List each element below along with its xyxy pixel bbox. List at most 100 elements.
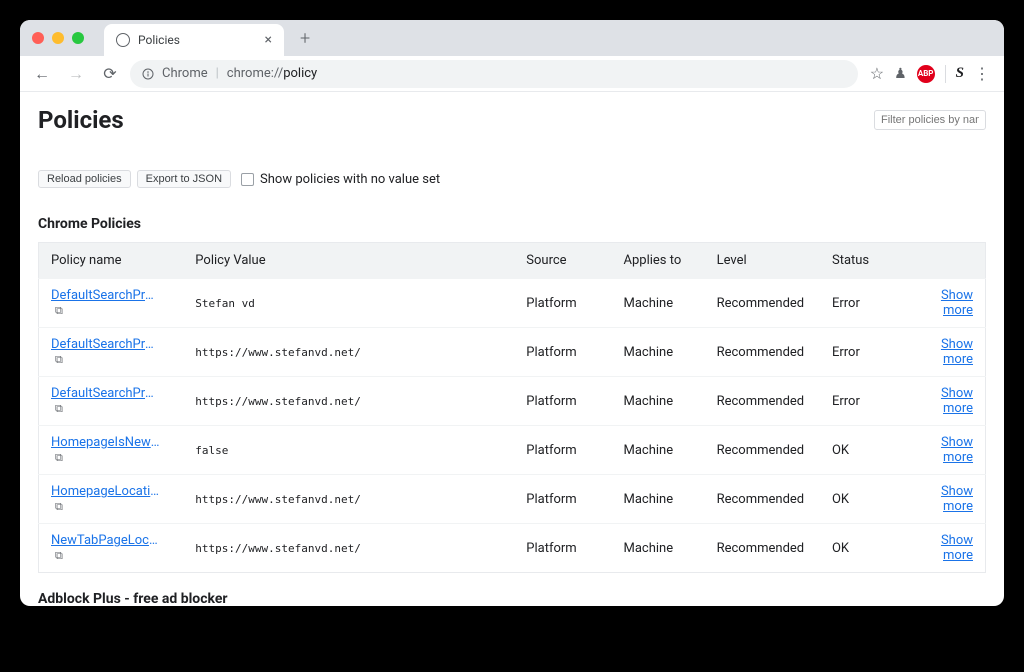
policy-value: false: [183, 426, 514, 475]
policy-name-link[interactable]: DefaultSearchProvider…: [51, 288, 161, 303]
url-divider: |: [216, 66, 219, 81]
bookmark-icon[interactable]: ☆: [870, 64, 884, 83]
titlebar: Policies × +: [20, 20, 1004, 56]
close-window-button[interactable]: [32, 32, 44, 44]
policy-name-link[interactable]: DefaultSearchProvider…: [51, 337, 161, 352]
th-value: Policy Value: [183, 243, 514, 279]
table-row: HomepageIsNewTabP…⧉ falsePlatformMachineR…: [39, 426, 986, 475]
policy-level: Recommended: [705, 377, 820, 426]
external-link-icon: ⧉: [55, 451, 63, 464]
new-tab-button[interactable]: +: [300, 28, 310, 49]
policy-status: OK: [820, 524, 903, 573]
policy-source: Platform: [514, 524, 611, 573]
external-link-icon: ⧉: [55, 500, 63, 513]
policy-applies: Machine: [612, 524, 705, 573]
show-unset-label: Show policies with no value set: [260, 172, 440, 187]
export-json-button[interactable]: Export to JSON: [137, 170, 231, 188]
close-tab-icon[interactable]: ×: [265, 32, 272, 48]
policy-status: Error: [820, 377, 903, 426]
policy-level: Recommended: [705, 328, 820, 377]
table-row: DefaultSearchProvider…⧉ https://www.stefa…: [39, 328, 986, 377]
toolbar-actions: ☆ ♟ ABP S ⋮: [864, 64, 996, 83]
policy-name-link[interactable]: HomepageLocation: [51, 484, 161, 499]
policy-status: Error: [820, 279, 903, 328]
reload-policies-button[interactable]: Reload policies: [38, 170, 131, 188]
show-more-link[interactable]: Show more: [941, 337, 973, 367]
policy-name-link[interactable]: HomepageIsNewTabP…: [51, 435, 161, 450]
policy-applies: Machine: [612, 377, 705, 426]
policy-applies: Machine: [612, 475, 705, 524]
forward-button[interactable]: →: [62, 60, 90, 88]
policy-applies: Machine: [612, 279, 705, 328]
window-controls: [32, 32, 84, 44]
browser-window: Policies × + ← → ⟳ Chrome | chrome://pol…: [20, 20, 1004, 606]
section-title-abp: Adblock Plus - free ad blocker: [38, 591, 986, 606]
policy-source: Platform: [514, 377, 611, 426]
action-row: Reload policies Export to JSON Show poli…: [38, 170, 986, 188]
th-applies: Applies to: [612, 243, 705, 279]
show-more-link[interactable]: Show more: [941, 435, 973, 465]
policy-source: Platform: [514, 328, 611, 377]
policy-value: https://www.stefanvd.net/: [183, 377, 514, 426]
show-unset-checkbox[interactable]: [241, 173, 254, 186]
policy-level: Recommended: [705, 524, 820, 573]
page-title: Policies: [38, 106, 124, 134]
browser-menu-icon[interactable]: ⋮: [974, 64, 990, 83]
external-link-icon: ⧉: [55, 304, 63, 317]
external-link-icon: ⧉: [55, 353, 63, 366]
back-button[interactable]: ←: [28, 60, 56, 88]
policy-value: https://www.stefanvd.net/: [183, 475, 514, 524]
policy-value: Stefan vd: [183, 279, 514, 328]
page-header: Policies: [38, 106, 986, 134]
policy-source: Platform: [514, 279, 611, 328]
policy-applies: Machine: [612, 426, 705, 475]
globe-icon: [116, 33, 130, 47]
table-header-row: Policy name Policy Value Source Applies …: [39, 243, 986, 279]
abp-extension-icon[interactable]: ABP: [917, 65, 935, 83]
table-row: DefaultSearchProvider…⧉ Stefan vdPlatform…: [39, 279, 986, 328]
policy-value: https://www.stefanvd.net/: [183, 328, 514, 377]
policy-source: Platform: [514, 475, 611, 524]
th-name: Policy name: [39, 243, 184, 279]
chrome-policies-table: Policy name Policy Value Source Applies …: [38, 242, 986, 573]
extension-s-icon[interactable]: S: [956, 65, 964, 82]
section-title-chrome: Chrome Policies: [38, 216, 986, 232]
policy-applies: Machine: [612, 328, 705, 377]
url-path: chrome://policy: [227, 66, 317, 81]
policy-status: Error: [820, 328, 903, 377]
table-row: HomepageLocation⧉ https://www.stefanvd.ne…: [39, 475, 986, 524]
policy-source: Platform: [514, 426, 611, 475]
policy-level: Recommended: [705, 426, 820, 475]
extension-icon[interactable]: ♟: [894, 66, 907, 82]
show-more-link[interactable]: Show more: [941, 386, 973, 416]
policy-name-link[interactable]: DefaultSearchProvider…: [51, 386, 161, 401]
external-link-icon: ⧉: [55, 549, 63, 562]
minimize-window-button[interactable]: [52, 32, 64, 44]
policy-level: Recommended: [705, 279, 820, 328]
toolbar: ← → ⟳ Chrome | chrome://policy ☆ ♟ ABP S…: [20, 56, 1004, 92]
th-status: Status: [820, 243, 903, 279]
site-info-icon[interactable]: [142, 68, 154, 80]
show-more-link[interactable]: Show more: [941, 288, 973, 318]
policy-level: Recommended: [705, 475, 820, 524]
show-more-link[interactable]: Show more: [941, 484, 973, 514]
browser-tab[interactable]: Policies ×: [104, 24, 284, 56]
separator: [945, 65, 946, 83]
th-source: Source: [514, 243, 611, 279]
address-bar[interactable]: Chrome | chrome://policy: [130, 60, 858, 88]
reload-button[interactable]: ⟳: [96, 60, 124, 88]
table-row: DefaultSearchProvider…⧉ https://www.stefa…: [39, 377, 986, 426]
url-scheme: Chrome: [162, 66, 208, 81]
th-level: Level: [705, 243, 820, 279]
show-more-link[interactable]: Show more: [941, 533, 973, 563]
filter-policies-input[interactable]: [874, 110, 986, 130]
policy-value: https://www.stefanvd.net/: [183, 524, 514, 573]
policy-status: OK: [820, 426, 903, 475]
policy-status: OK: [820, 475, 903, 524]
external-link-icon: ⧉: [55, 402, 63, 415]
page-content: Policies Reload policies Export to JSON …: [20, 92, 1004, 606]
tab-title: Policies: [138, 33, 180, 47]
table-row: NewTabPageLocation⧉ https://www.stefanvd.…: [39, 524, 986, 573]
maximize-window-button[interactable]: [72, 32, 84, 44]
policy-name-link[interactable]: NewTabPageLocation: [51, 533, 161, 548]
